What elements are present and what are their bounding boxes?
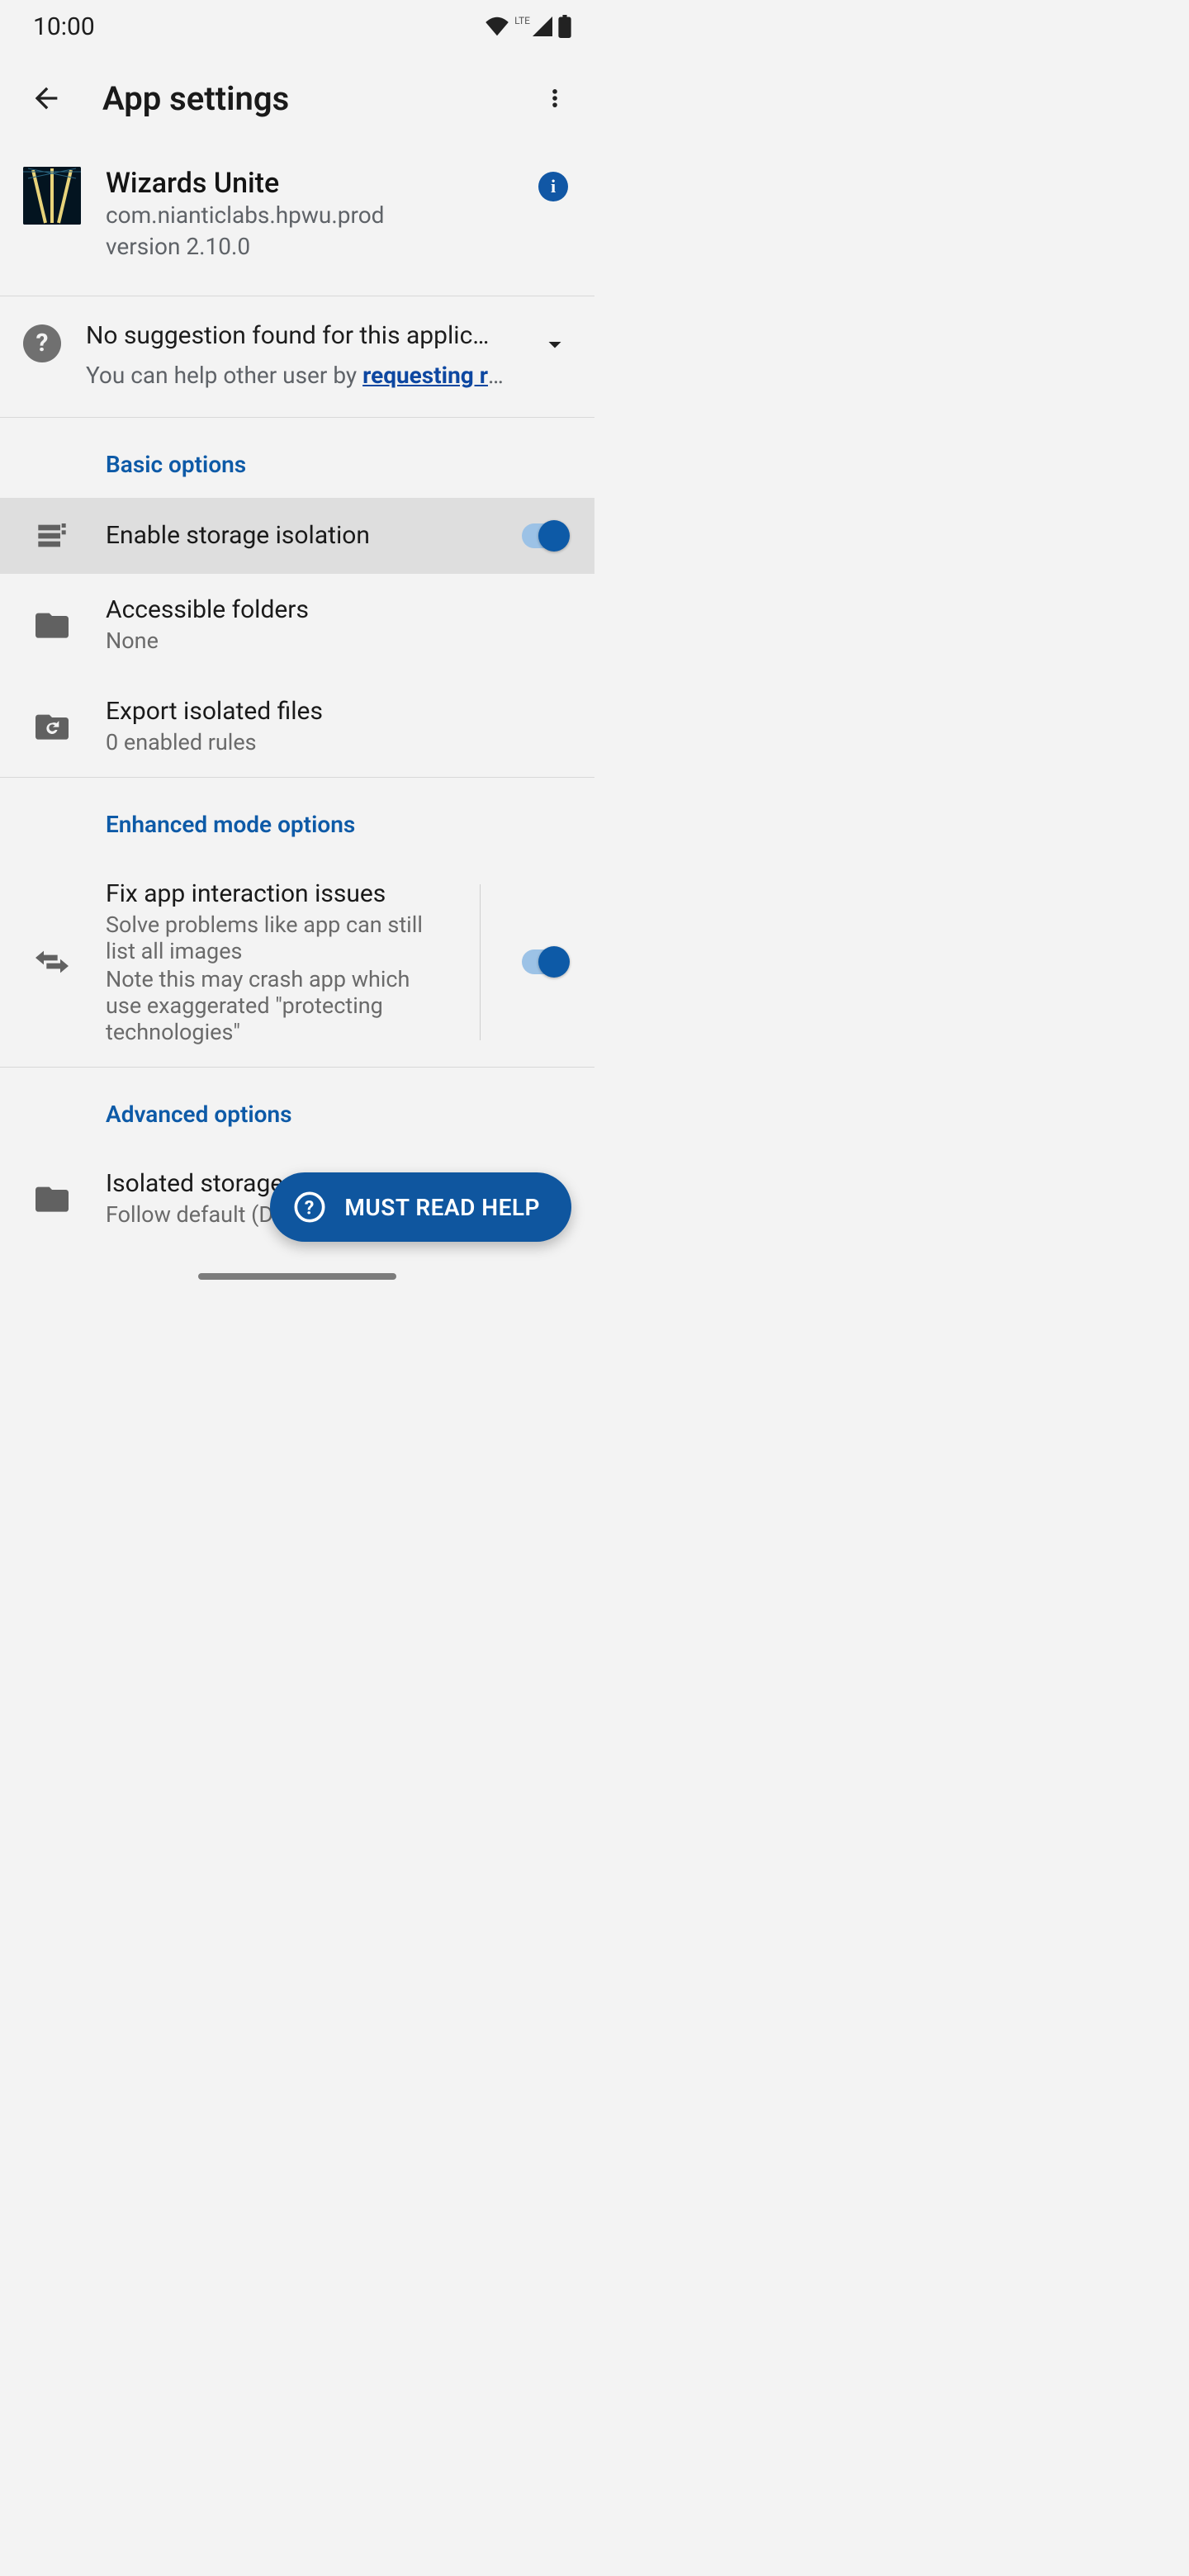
nav-handle [198,1273,396,1280]
svg-text:?: ? [305,1196,315,1219]
help-circle-icon: ? [293,1191,326,1224]
row-subtitle-1: Solve problems like app can still list a… [106,912,448,964]
section-basic-header: Basic options [0,418,594,498]
must-read-help-button[interactable]: ? MUST READ HELP [270,1172,571,1242]
row-title: Export isolated files [106,697,575,726]
folder-sync-icon [36,712,69,740]
row-subtitle: None [106,627,575,654]
overflow-menu-button[interactable] [528,72,581,125]
back-button[interactable] [20,72,73,125]
app-bar: App settings [0,53,594,144]
section-enhanced-header: Enhanced mode options [0,778,594,858]
row-title: Enable storage isolation [106,521,497,550]
app-info-button[interactable]: i [538,172,568,201]
suggestion-subtext: You can help other user by requesting ru… [86,362,510,389]
row-title: Accessible folders [106,595,575,624]
fix-interaction-switch[interactable] [522,949,568,974]
app-name: Wizards Unite [106,167,538,200]
section-advanced-header: Advanced options [0,1068,594,1148]
folder-icon [36,610,69,638]
app-package: com.nianticlabs.hpwu.prod [106,200,538,231]
help-icon: ? [23,324,61,362]
expand-button[interactable] [535,324,575,364]
row-title: Fix app interaction issues [106,879,448,908]
suggestion-panel[interactable]: ? No suggestion found for this applic… Y… [0,296,594,417]
more-vert-icon [543,87,566,110]
enable-isolation-switch[interactable] [522,523,568,548]
vertical-separator [480,884,481,1040]
status-time: 10:00 [33,12,95,41]
app-info-row: Wizards Unite com.nianticlabs.hpwu.prod … [0,144,594,296]
fab-label: MUST READ HELP [344,1194,540,1221]
status-bar: 10:00 LTE [0,0,594,53]
request-rule-link[interactable]: requesting rule with a s… [362,362,510,389]
chevron-down-icon [540,329,570,359]
suggestion-title: No suggestion found for this applic… [86,321,510,350]
row-subtitle: 0 enabled rules [106,729,575,755]
suggestion-help-prefix: You can help other user by [86,362,362,389]
cellular-icon [532,17,553,36]
row-subtitle-2: Note this may crash app which use exagge… [106,966,448,1045]
row-enable-isolation[interactable]: Enable storage isolation [0,498,594,574]
arrow-back-icon [30,82,63,115]
status-icons: LTE [485,15,571,38]
folder-icon [36,1184,69,1212]
page-title: App settings [73,79,528,118]
app-version: version 2.10.0 [106,231,538,263]
swap-icon [36,950,69,973]
info-icon: i [551,176,556,197]
row-fix-interaction[interactable]: Fix app interaction issues Solve problem… [0,858,594,1067]
row-export-files[interactable]: Export isolated files 0 enabled rules [0,675,594,777]
network-label: LTE [514,15,530,26]
row-accessible-folders[interactable]: Accessible folders None [0,574,594,675]
wifi-icon [485,17,509,36]
storage-icon [36,519,69,552]
battery-icon [558,15,571,38]
app-icon [23,167,81,225]
